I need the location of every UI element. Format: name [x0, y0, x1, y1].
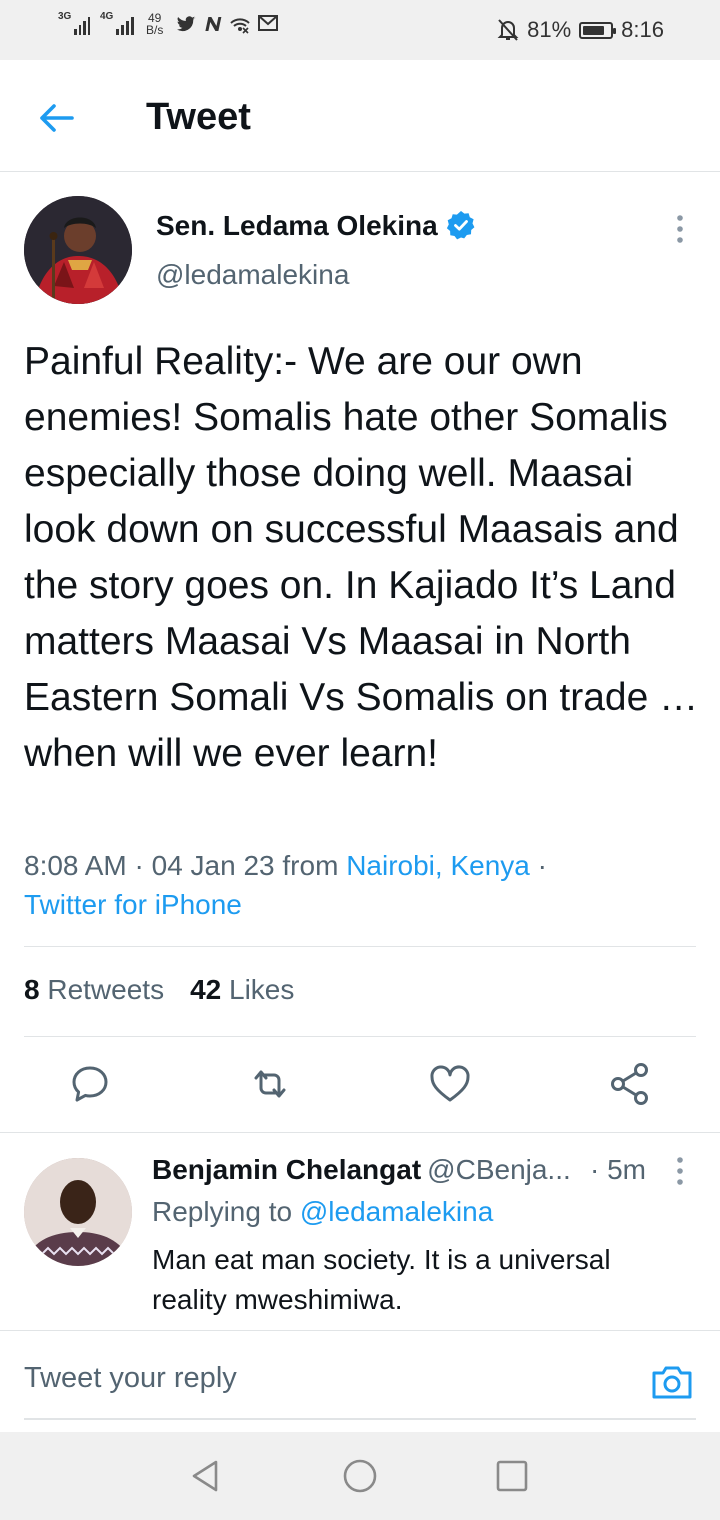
system-nav-bar — [0, 1432, 720, 1520]
reply-icon[interactable] — [68, 1060, 112, 1108]
network-speed: 49 B/s — [146, 12, 163, 36]
reply-more-options-icon[interactable] — [670, 1156, 690, 1186]
status-bar-left: 3G 4G 49 B/s — [58, 11, 279, 36]
reply-input[interactable] — [24, 1362, 624, 1395]
reply-author-avatar[interactable] — [24, 1158, 132, 1266]
signal-4g-icon: 4G — [100, 11, 136, 35]
avatar-image — [24, 1158, 132, 1266]
divider — [24, 946, 696, 947]
retweets-stat[interactable]: 8 Retweets — [24, 974, 164, 1006]
reply-text: Man eat man society. It is a universal r… — [152, 1244, 611, 1315]
author-handle[interactable]: @ledamalekina — [156, 259, 349, 291]
from-label: from — [274, 850, 347, 881]
tweet-stats: 8 Retweets 42 Likes — [24, 974, 294, 1006]
mute-icon — [497, 19, 519, 41]
tweet-actions — [0, 1060, 720, 1112]
battery-fill — [583, 25, 605, 35]
tweet-date: 04 Jan 23 — [151, 850, 275, 881]
retweet-icon[interactable] — [248, 1060, 292, 1108]
signal-3g-icon: 3G — [58, 11, 90, 35]
back-arrow-icon[interactable] — [34, 96, 78, 140]
battery-percent: 81% — [527, 17, 572, 42]
like-heart-icon[interactable] — [428, 1060, 472, 1108]
tweet-text: Painful Reality:- We are our own enemies… — [24, 340, 699, 775]
page-title: Tweet — [146, 96, 251, 138]
divider — [0, 1132, 720, 1133]
clock: 8:16 — [621, 17, 664, 42]
network-type-label: 4G — [100, 11, 114, 22]
divider — [0, 1330, 720, 1331]
author-name[interactable]: Sen. Ledama Olekina — [156, 210, 438, 242]
reply-author-name[interactable]: Benjamin Chelangat — [152, 1154, 421, 1186]
network-type-label: 3G — [58, 11, 72, 22]
likes-stat[interactable]: 42 Likes — [190, 974, 294, 1006]
likes-count: 42 — [190, 974, 222, 1005]
battery-icon — [579, 21, 617, 39]
replying-to-label: Replying to — [152, 1196, 300, 1227]
nav-back-icon[interactable] — [186, 1456, 226, 1496]
meta-separator: · — [529, 850, 547, 881]
nav-recents-icon[interactable] — [492, 1456, 532, 1496]
reply-author-handle[interactable]: @CBenja... — [427, 1154, 571, 1186]
divider — [24, 1036, 696, 1037]
notification-icons — [175, 14, 279, 34]
meta-separator: · — [126, 850, 152, 881]
gmail-icon — [258, 15, 279, 31]
retweets-count: 8 — [24, 974, 40, 1005]
mobile-data-icon — [230, 18, 251, 34]
reply-composer — [24, 1350, 696, 1420]
likes-label: Likes — [229, 974, 295, 1005]
app-header: Tweet — [0, 60, 720, 172]
network-speed-unit: B/s — [146, 23, 164, 37]
verified-badge-icon — [446, 211, 475, 240]
n-app-icon — [205, 17, 222, 31]
status-bar-right: 81% 8:16 — [497, 17, 664, 43]
twitter-icon — [177, 16, 196, 32]
tweet-time: 8:08 AM — [24, 850, 127, 881]
tweet-location-link[interactable]: Nairobi, Kenya — [346, 850, 530, 881]
replying-to-handle-link[interactable]: @ledamalekina — [300, 1196, 493, 1227]
more-options-icon[interactable] — [670, 214, 690, 244]
reply-timestamp: · 5m — [590, 1154, 646, 1185]
avatar-image — [24, 196, 132, 304]
tweet-meta: 8:08 AM · 04 Jan 23 from Nairobi, Kenya … — [24, 846, 704, 924]
replying-to: Replying to @ledamalekina — [152, 1196, 493, 1228]
nav-home-icon[interactable] — [340, 1456, 380, 1496]
retweets-label: Retweets — [47, 974, 165, 1005]
share-icon[interactable] — [608, 1060, 652, 1108]
status-bar: 3G 4G 49 B/s 81% 8:16 — [0, 0, 720, 60]
author-avatar[interactable] — [24, 196, 132, 304]
tweet-source-link[interactable]: Twitter for iPhone — [24, 889, 242, 920]
camera-icon[interactable] — [650, 1360, 694, 1404]
reply-header: Benjamin Chelangat @CBenja... — [152, 1154, 571, 1186]
